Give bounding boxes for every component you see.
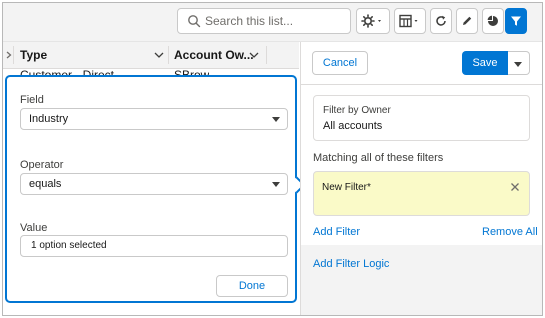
filter-icon	[511, 16, 521, 26]
done-button[interactable]: Done	[216, 275, 288, 297]
caret-down-icon	[272, 117, 280, 122]
close-icon[interactable]	[510, 182, 520, 192]
filter-by-owner-card[interactable]: Filter by Owner All accounts	[313, 95, 530, 141]
matching-filters-heading: Matching all of these filters	[313, 152, 444, 164]
refresh-button[interactable]	[430, 8, 452, 34]
remove-all-link[interactable]: Remove All	[482, 226, 538, 238]
value-field-text: 1 option selected	[31, 240, 107, 251]
column-header-account-owner[interactable]: Account Ow...	[174, 42, 254, 68]
new-filter-label: New Filter*	[322, 182, 371, 193]
table-icon	[399, 14, 418, 28]
owner-filter-value: All accounts	[323, 120, 383, 132]
value-field[interactable]: 1 option selected	[20, 235, 288, 257]
list-toolbar	[3, 3, 542, 42]
filters-panel-body: Filter by Owner All accounts Matching al…	[301, 85, 542, 245]
operator-select-value: equals	[29, 178, 62, 190]
add-filter-link[interactable]: Add Filter	[313, 226, 360, 238]
save-options-button[interactable]	[508, 51, 530, 75]
show-charts-button[interactable]	[482, 8, 504, 34]
chart-icon	[487, 15, 498, 26]
search-input[interactable]	[205, 12, 345, 30]
new-filter-card[interactable]: New Filter*	[313, 171, 530, 216]
list-settings-button[interactable]	[356, 8, 390, 34]
inline-edit-button[interactable]	[456, 8, 478, 34]
field-select[interactable]: Industry	[20, 108, 288, 130]
owner-filter-title: Filter by Owner	[323, 105, 391, 116]
filter-editor-popover: Field Industry Operator equals Value 1 o…	[5, 75, 297, 303]
display-as-button[interactable]	[394, 8, 426, 34]
filter-button[interactable]	[505, 8, 527, 34]
chevron-right-icon	[6, 51, 12, 59]
table-header: Type Account Ow...	[3, 42, 299, 69]
refresh-icon	[436, 15, 446, 26]
filters-panel-header: Cancel Save	[301, 42, 542, 85]
column-divider	[13, 46, 14, 64]
column-divider	[168, 46, 169, 64]
search-icon	[188, 15, 201, 28]
operator-label: Operator	[20, 159, 64, 171]
cancel-button[interactable]: Cancel	[312, 51, 368, 75]
operator-select[interactable]: equals	[20, 173, 288, 195]
column-header-type[interactable]: Type	[20, 42, 47, 68]
add-filter-logic-link[interactable]: Add Filter Logic	[313, 258, 389, 270]
list-view-window: Type Account Ow... Customer - Direct SBr…	[2, 2, 543, 316]
gear-icon	[361, 14, 381, 28]
chevron-down-icon[interactable]	[249, 52, 259, 58]
value-label: Value	[20, 222, 48, 234]
pencil-icon	[463, 16, 472, 25]
search-box[interactable]	[177, 8, 351, 34]
column-divider	[266, 46, 267, 64]
filters-panel: Cancel Save Filter by Owner All accounts…	[300, 42, 542, 315]
field-label: Field	[20, 94, 44, 106]
caret-down-icon	[514, 62, 522, 67]
field-select-value: Industry	[29, 113, 69, 125]
chevron-down-icon[interactable]	[154, 52, 164, 58]
caret-down-icon	[272, 182, 280, 187]
save-button[interactable]: Save	[462, 51, 508, 75]
